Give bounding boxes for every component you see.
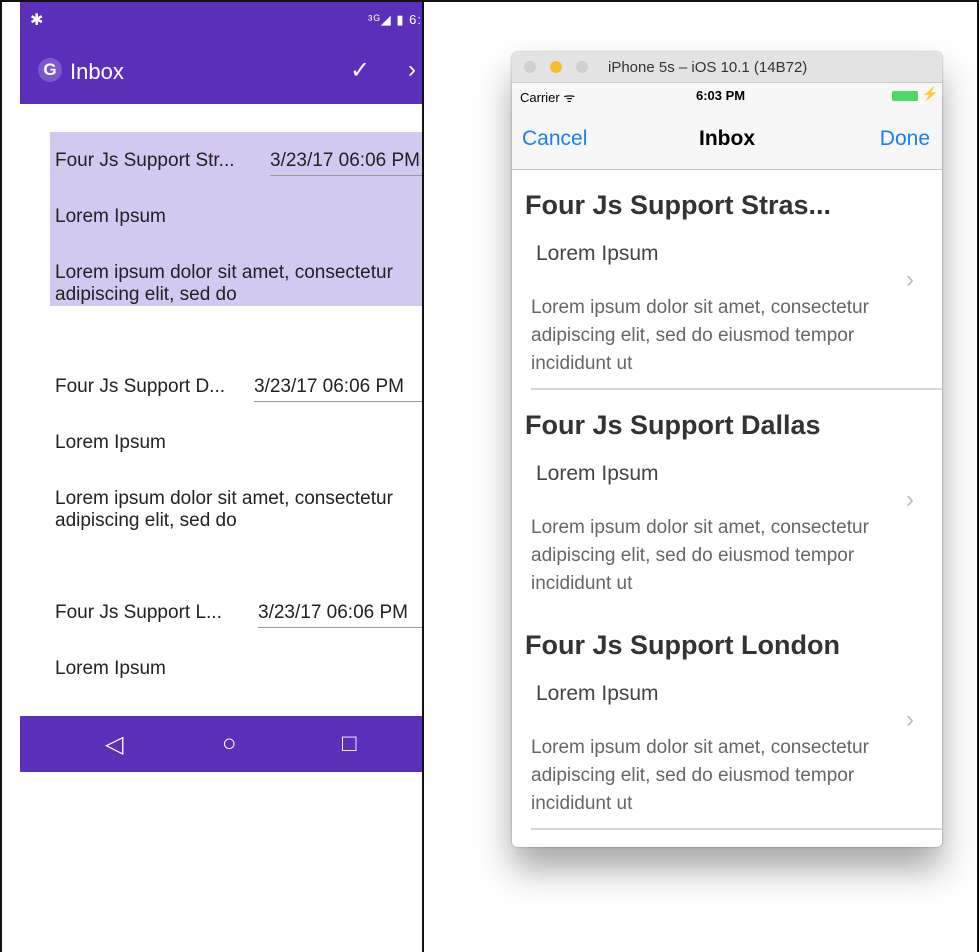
chevron-right-icon: › <box>906 486 914 513</box>
row-separator <box>531 828 942 830</box>
panel-divider <box>422 0 424 952</box>
list-item[interactable]: Four Js Support D... 3/23/17 06:06 PM Lo… <box>50 358 422 548</box>
app-logo-icon: G <box>38 58 62 82</box>
body-text: Lorem ipsum dolor sit amet, consectetur … <box>531 737 869 814</box>
window-close-button[interactable] <box>524 61 536 73</box>
android-app-bar: G Inbox ✓ › <box>20 42 422 104</box>
list-item[interactable]: Four Js Support Str... 3/23/17 06:06 PM … <box>50 132 422 306</box>
subject-label: Lorem Ipsum <box>536 682 659 705</box>
window-title: iPhone 5s – iOS 10.1 (14B72) <box>608 59 808 76</box>
battery-icon <box>892 91 918 101</box>
table-row[interactable]: Four Js Support Dallas Lorem Ipsum › Lor… <box>512 390 942 610</box>
subject-label: Lorem Ipsum <box>55 206 166 227</box>
sender-label: Four Js Support Stras... <box>525 190 832 220</box>
body-text: Lorem ipsum dolor sit amet, consectetur … <box>531 297 869 374</box>
subject-label: Lorem Ipsum <box>536 242 659 265</box>
subject-label: Lorem Ipsum <box>536 462 659 485</box>
app-title: Inbox <box>70 59 124 84</box>
date-field[interactable]: 3/23/17 06:06 PM <box>258 602 422 628</box>
status-icons: ³ᴳ◢ ▮ 6: <box>368 12 422 27</box>
sender-label: Four Js Support Str... <box>55 150 235 171</box>
home-icon[interactable]: ○ <box>222 730 237 758</box>
android-status-bar: ✱ ³ᴳ◢ ▮ 6: <box>20 2 422 42</box>
bug-icon: ✱ <box>30 12 44 29</box>
done-button[interactable]: Done <box>880 127 930 151</box>
simulator-title-bar: iPhone 5s – iOS 10.1 (14B72) <box>512 52 942 83</box>
android-screen: ✱ ³ᴳ◢ ▮ 6: G Inbox ✓ › Four Js Support S… <box>20 2 422 772</box>
chevron-right-icon: › <box>906 706 914 733</box>
carrier-label: Carrier ᯤ <box>520 90 576 105</box>
body-text: Lorem ipsum dolor sit amet, consectetur … <box>55 488 393 531</box>
table-row[interactable]: Four Js Support Stras... Lorem Ipsum › L… <box>512 170 942 390</box>
table-row[interactable]: Four Js Support London Lorem Ipsum › Lor… <box>512 610 942 830</box>
ios-nav-bar: Inbox Cancel Done <box>512 107 942 170</box>
chevron-right-icon: › <box>906 266 914 293</box>
window-zoom-button[interactable] <box>576 61 588 73</box>
charging-icon: ⚡ <box>922 86 939 101</box>
sender-label: Four Js Support Dallas <box>525 410 821 440</box>
date-field[interactable]: 3/23/17 06:06 PM <box>270 150 422 176</box>
date-field[interactable]: 3/23/17 06:06 PM <box>254 376 422 402</box>
sender-label: Four Js Support L... <box>55 602 222 623</box>
check-icon[interactable]: ✓ <box>350 56 370 85</box>
subject-label: Lorem Ipsum <box>55 658 166 679</box>
sender-label: Four Js Support D... <box>55 376 226 397</box>
cancel-button[interactable]: Cancel <box>522 127 587 151</box>
back-icon[interactable]: ◁ <box>105 730 123 759</box>
subject-label: Lorem Ipsum <box>55 432 166 453</box>
body-text: Lorem ipsum dolor sit amet, consectetur … <box>55 262 393 305</box>
chevron-right-icon[interactable]: › <box>408 56 416 84</box>
ios-status-bar: Carrier ᯤ 6:03 PM ⚡ <box>512 83 942 107</box>
sender-label: Four Js Support London <box>525 630 840 660</box>
status-time: 6:03 PM <box>696 88 746 103</box>
ios-simulator-window: iPhone 5s – iOS 10.1 (14B72) Carrier ᯤ 6… <box>512 52 942 847</box>
window-minimize-button[interactable] <box>550 61 562 73</box>
android-nav-bar: ◁ ○ □ <box>20 716 422 772</box>
body-text: Lorem ipsum dolor sit amet, consectetur … <box>531 517 869 594</box>
recents-icon[interactable]: □ <box>342 730 357 758</box>
list-item[interactable]: Four Js Support L... 3/23/17 06:06 PM Lo… <box>50 584 422 716</box>
